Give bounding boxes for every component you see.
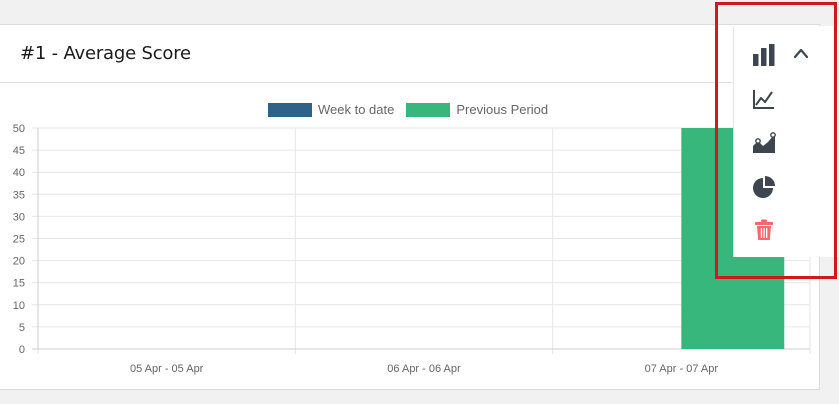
- bar-chart-button[interactable]: [749, 40, 779, 70]
- y-tick-label: 10: [13, 300, 25, 312]
- chevron-up-icon: [793, 48, 809, 59]
- pie-chart-icon: [753, 176, 775, 198]
- y-tick-label: 40: [13, 167, 25, 179]
- legend-label-week-to-date: Week to date: [318, 102, 395, 117]
- legend-item-previous-period[interactable]: Previous Period: [406, 102, 548, 117]
- legend-swatch-week-to-date: [268, 102, 312, 117]
- bar-chart: 5045403530252015105005 Apr - 05 Apr 06 Ap…: [13, 123, 811, 375]
- pie-chart-button[interactable]: [749, 172, 779, 202]
- delete-chart-button[interactable]: [749, 215, 779, 245]
- x-tick-label: 07 Apr - 07 Apr: [645, 363, 719, 375]
- chart-legend: Week to date Previous Period: [268, 102, 560, 117]
- chart-area: 50 45 40 35 30 25 20 15 10 5 0 05 Apr - 05 Apr 06 Ap…: [0, 0, 839, 404]
- y-tick-label: 5: [19, 322, 25, 334]
- y-tick-label: 15: [13, 278, 25, 290]
- x-tick-label: 06 Apr - 06 Apr: [387, 363, 461, 375]
- trash-icon: [755, 219, 773, 240]
- legend-swatch-previous-period: [406, 102, 451, 117]
- line-chart-button[interactable]: [749, 84, 779, 114]
- area-chart-icon: [753, 132, 776, 153]
- y-tick-label: 45: [13, 145, 25, 157]
- bar-chart-icon: [753, 44, 775, 66]
- area-chart-button[interactable]: [749, 128, 779, 158]
- y-tick-label: 30: [13, 211, 25, 223]
- line-chart-icon: [753, 90, 774, 109]
- legend-item-week-to-date[interactable]: Week to date: [268, 102, 394, 117]
- y-tick-label: 0: [19, 344, 25, 356]
- legend-label-previous-period: Previous Period: [456, 102, 549, 117]
- y-tick-label: 25: [13, 234, 25, 246]
- chart-type-toolbar: [733, 26, 838, 257]
- y-tick-label: 35: [13, 189, 25, 201]
- collapse-toolbar-button[interactable]: [786, 38, 816, 68]
- x-tick-label: 05 Apr - 05 Apr: [130, 363, 204, 375]
- y-tick-label: 50: [13, 123, 25, 135]
- y-tick-label: 20: [13, 256, 25, 268]
